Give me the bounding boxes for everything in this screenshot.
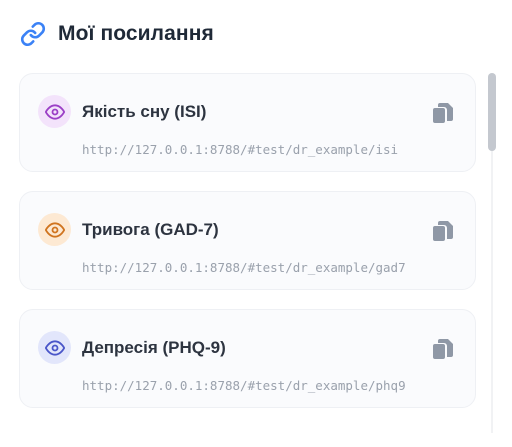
link-icon [19,20,47,48]
link-url[interactable]: http://127.0.0.1:8788/#test/dr_example/i… [82,142,398,157]
link-title: Якість сну (ISI) [82,102,207,121]
copy-button[interactable] [430,100,456,126]
copy-icon [433,339,453,359]
page-title: Мої посилання [58,22,214,45]
link-title: Тривога (GAD-7) [82,220,219,239]
copy-button[interactable] [430,218,456,244]
link-card-phq9[interactable]: Депресія (PHQ-9) http://127.0.0.1:8788/#… [19,309,476,408]
copy-button[interactable] [430,336,456,362]
scrollbar[interactable] [488,73,496,433]
copy-icon [433,103,453,123]
link-card-isi[interactable]: Якість сну (ISI) http://127.0.0.1:8788/#… [19,73,476,172]
links-list: Якість сну (ISI) http://127.0.0.1:8788/#… [19,73,478,427]
link-url[interactable]: http://127.0.0.1:8788/#test/dr_example/g… [82,260,406,275]
link-card-gad7[interactable]: Тривога (GAD-7) http://127.0.0.1:8788/#t… [19,191,476,290]
link-url[interactable]: http://127.0.0.1:8788/#test/dr_example/p… [82,378,406,393]
copy-icon [433,221,453,241]
eye-icon[interactable] [38,331,71,364]
eye-icon[interactable] [38,95,71,128]
link-title: Депресія (PHQ-9) [82,338,226,357]
scrollbar-track[interactable] [491,151,493,433]
links-panel: Мої посилання Якість сну (ISI) http://12… [0,0,512,447]
eye-icon[interactable] [38,213,71,246]
scrollbar-thumb[interactable] [488,73,496,151]
panel-header: Мої посилання [19,20,214,48]
